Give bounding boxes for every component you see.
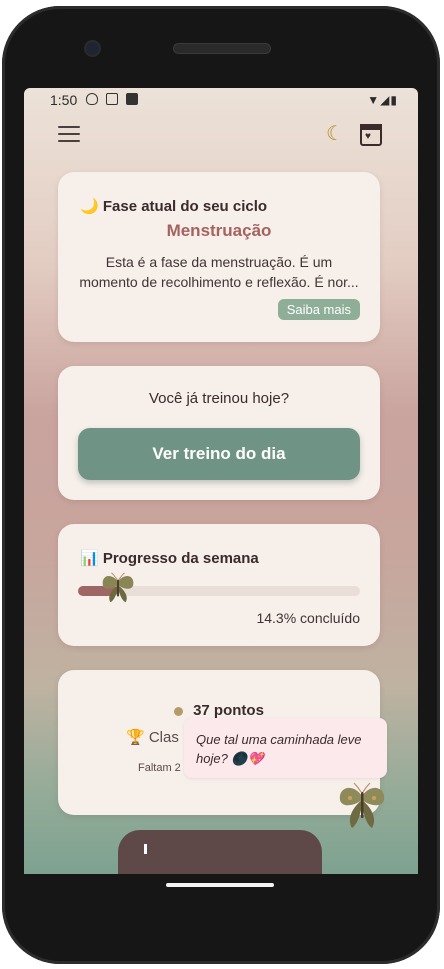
- moth-icon: [102, 572, 134, 603]
- cycle-phase-title: 🌙 Fase atual do seu ciclo: [80, 198, 268, 215]
- moth-mascot-icon[interactable]: [336, 782, 388, 832]
- heart-icon: ♥: [365, 131, 371, 142]
- crescent-moon-icon[interactable]: ☾: [324, 120, 346, 148]
- status-right-icons: ▼◢▮: [367, 93, 398, 107]
- weekly-progress-card: 📊 Progresso da semana 14.3% concluído: [58, 524, 380, 646]
- classification-label: 🏆 Clas: [126, 729, 179, 746]
- status-time: 1:50: [50, 92, 78, 108]
- training-card: Você já treinou hoje? Ver treino do dia: [58, 366, 380, 500]
- learn-more-button[interactable]: Saiba mais: [277, 299, 360, 320]
- progress-percentage: 14.3% concluído: [256, 610, 360, 626]
- bottom-action-icon: [144, 844, 147, 854]
- home-indicator[interactable]: [166, 883, 274, 887]
- app-screen: 1:50 ▼◢▮ ☾ ♥ 🌙 Fase atual do seu ciclo M…: [24, 88, 418, 874]
- phase-description: Esta é a fase da menstruação. É um momen…: [79, 254, 359, 290]
- tooltip-message: Que tal uma caminhada leve hoje? 🌑💖: [196, 732, 362, 766]
- hamburger-menu-icon[interactable]: [58, 126, 80, 144]
- bottom-action-button[interactable]: [118, 830, 322, 874]
- weekly-progress-title: 📊 Progresso da semana: [80, 550, 259, 567]
- shield-icon: [86, 93, 98, 105]
- wifi-icon: ▼: [367, 93, 381, 107]
- coin-icon: [174, 706, 184, 716]
- battery-icon: ▮: [390, 93, 398, 107]
- weekly-progress-bar: [78, 572, 360, 603]
- training-question: Você já treinou hoje?: [148, 390, 290, 407]
- points-value: 37 pontos: [193, 702, 264, 719]
- a-icon: [106, 93, 118, 105]
- phone-frame: 1:50 ▼◢▮ ☾ ♥ 🌙 Fase atual do seu ciclo M…: [2, 6, 440, 964]
- earpiece-speaker: [174, 44, 270, 53]
- calendar-heart-icon[interactable]: ♥: [360, 124, 382, 146]
- cycle-phase-card: 🌙 Fase atual do seu ciclo Menstruação Es…: [58, 172, 380, 342]
- view-workout-button[interactable]: Ver treino do dia: [78, 428, 360, 480]
- mascot-tooltip[interactable]: Que tal uma caminhada leve hoje? 🌑💖: [184, 718, 387, 778]
- points-remaining: Faltam 2: [138, 762, 181, 774]
- front-camera: [86, 42, 99, 55]
- signal-icon: ◢: [380, 93, 391, 107]
- current-phase-name: Menstruação: [166, 221, 272, 240]
- sd-card-icon: [126, 93, 138, 105]
- points-row: 37 pontos: [58, 702, 380, 719]
- status-bar: 1:50 ▼◢▮: [24, 88, 418, 112]
